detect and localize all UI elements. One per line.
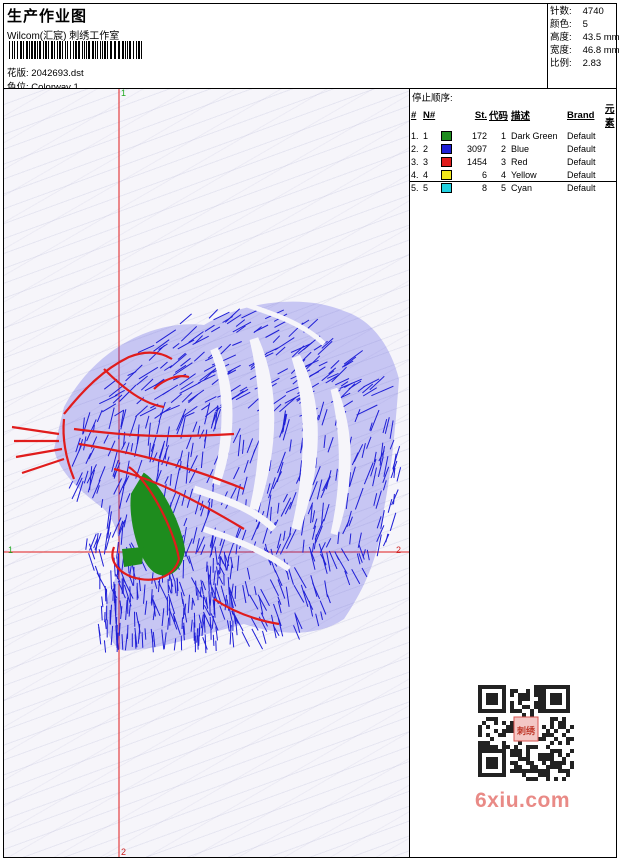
col-header-index: # [411, 109, 417, 121]
row-stitches: 6 [481, 169, 487, 180]
table-header-row: # N# St. 代码 描述 Brand 元素 [410, 101, 617, 129]
design-file: 2042693.dst [31, 68, 84, 79]
stat-height: 高度: 43.5 mm [550, 31, 620, 44]
barcode [9, 41, 142, 59]
tiger-tongue [122, 547, 144, 567]
tiger-head-artwork [11, 301, 402, 654]
table-row: 4. 4 6 4 Yellow Default [410, 168, 617, 181]
stat-stitches: 针数: 4740 [550, 5, 620, 18]
row-index: 3. [411, 156, 419, 167]
row-brand: Default [567, 143, 596, 154]
row-swatch [440, 155, 456, 168]
row-element [604, 181, 617, 194]
table-row: 5. 5 8 5 Cyan Default [410, 181, 617, 194]
col-header-element: 元素 [605, 104, 615, 129]
col-header-code: 代码 [489, 111, 509, 122]
stat-value: 2.83 [582, 58, 602, 69]
row-brand: Default [567, 156, 596, 167]
color-swatch [441, 169, 452, 180]
stat-width: 宽度: 46.8 mm [550, 44, 620, 57]
row-needle: 3 [423, 156, 429, 167]
axis-label-left: 1 [8, 545, 14, 555]
col-header-description: 描述 [511, 111, 531, 122]
row-stitches: 3097 [466, 143, 487, 154]
row-swatch [440, 168, 456, 181]
row-element [604, 168, 617, 181]
row-description: Blue [511, 143, 530, 154]
stat-value: 5 [582, 19, 588, 30]
color-swatch [441, 130, 452, 141]
design-preview-canvas[interactable]: 1 1 2 2 [4, 89, 409, 857]
row-swatch [440, 129, 456, 142]
row-stitches: 8 [481, 182, 487, 193]
qr-stamp-text: 刺绣 [517, 726, 536, 736]
stats-panel: 针数: 4740 颜色: 5 高度: 43.5 mm 宽度: 46.8 mm 比… [550, 5, 620, 70]
design-file-line: 花版: 2042693.dst [7, 65, 84, 79]
stat-label: 高度: [550, 32, 572, 43]
stat-value: 4740 [582, 6, 604, 17]
table-row: 3. 3 1454 3 Red Default [410, 155, 617, 168]
row-needle: 4 [423, 169, 429, 180]
stat-label: 针数: [550, 6, 572, 17]
row-description: Dark Green [511, 130, 558, 141]
row-element [604, 129, 617, 142]
stat-label: 宽度: [550, 45, 572, 56]
qr-code: 刺绣 [470, 681, 582, 785]
axis-label-top: 1 [121, 89, 127, 98]
row-code: 3 [500, 156, 506, 167]
row-code: 1 [500, 130, 506, 141]
col-header-needle: N# [423, 109, 436, 121]
axis-label-right: 2 [396, 545, 402, 555]
col-header-swatch [440, 101, 456, 129]
row-code: 2 [500, 143, 506, 154]
stat-label: 颜色: [550, 19, 572, 30]
page-title: 生产作业图 [7, 8, 88, 25]
row-swatch [440, 181, 456, 194]
row-description: Cyan [511, 182, 533, 193]
axis-label-bottom: 2 [121, 847, 127, 857]
row-code: 5 [500, 182, 506, 193]
row-description: Red [511, 156, 528, 167]
row-index: 5. [411, 182, 419, 193]
stat-value: 46.8 mm [582, 45, 620, 56]
row-brand: Default [567, 169, 596, 180]
color-swatch [441, 156, 452, 167]
col-header-brand: Brand [567, 109, 595, 121]
studio-name: Wilcom(汇宸) 刺绣工作室 [7, 31, 120, 42]
row-stitches: 172 [471, 130, 487, 141]
stat-scale: 比例: 2.83 [550, 57, 620, 70]
color-swatch [441, 143, 452, 154]
header-divider [547, 3, 548, 88]
row-needle: 1 [423, 130, 429, 141]
design-label: 花版: [7, 68, 29, 79]
row-stitches: 1454 [466, 156, 487, 167]
sequence-table-bottom-rule [410, 181, 617, 182]
col-header-stitches: St. [474, 109, 487, 121]
header: 生产作业图 Wilcom(汇宸) 刺绣工作室 花版: 2042693.dst 色… [3, 3, 547, 93]
row-description: Yellow [511, 169, 537, 180]
row-element [604, 142, 617, 155]
row-index: 1. [411, 130, 419, 141]
watermark: 6xiu.com [475, 789, 571, 812]
row-brand: Default [567, 130, 596, 141]
row-index: 2. [411, 143, 419, 154]
stat-value: 43.5 mm [582, 32, 620, 43]
color-swatch [441, 182, 452, 193]
row-code: 4 [500, 169, 506, 180]
row-element [604, 155, 617, 168]
row-needle: 5 [423, 182, 429, 193]
table-row: 2. 2 3097 2 Blue Default [410, 142, 617, 155]
stat-colors: 颜色: 5 [550, 18, 620, 31]
row-index: 4. [411, 169, 419, 180]
stat-label: 比例: [550, 58, 572, 69]
embroidery-preview [4, 89, 409, 857]
table-row: 1. 1 172 1 Dark Green Default [410, 129, 617, 142]
row-brand: Default [567, 182, 596, 193]
row-swatch [440, 142, 456, 155]
panel-divider [409, 88, 410, 858]
row-needle: 2 [423, 143, 429, 154]
